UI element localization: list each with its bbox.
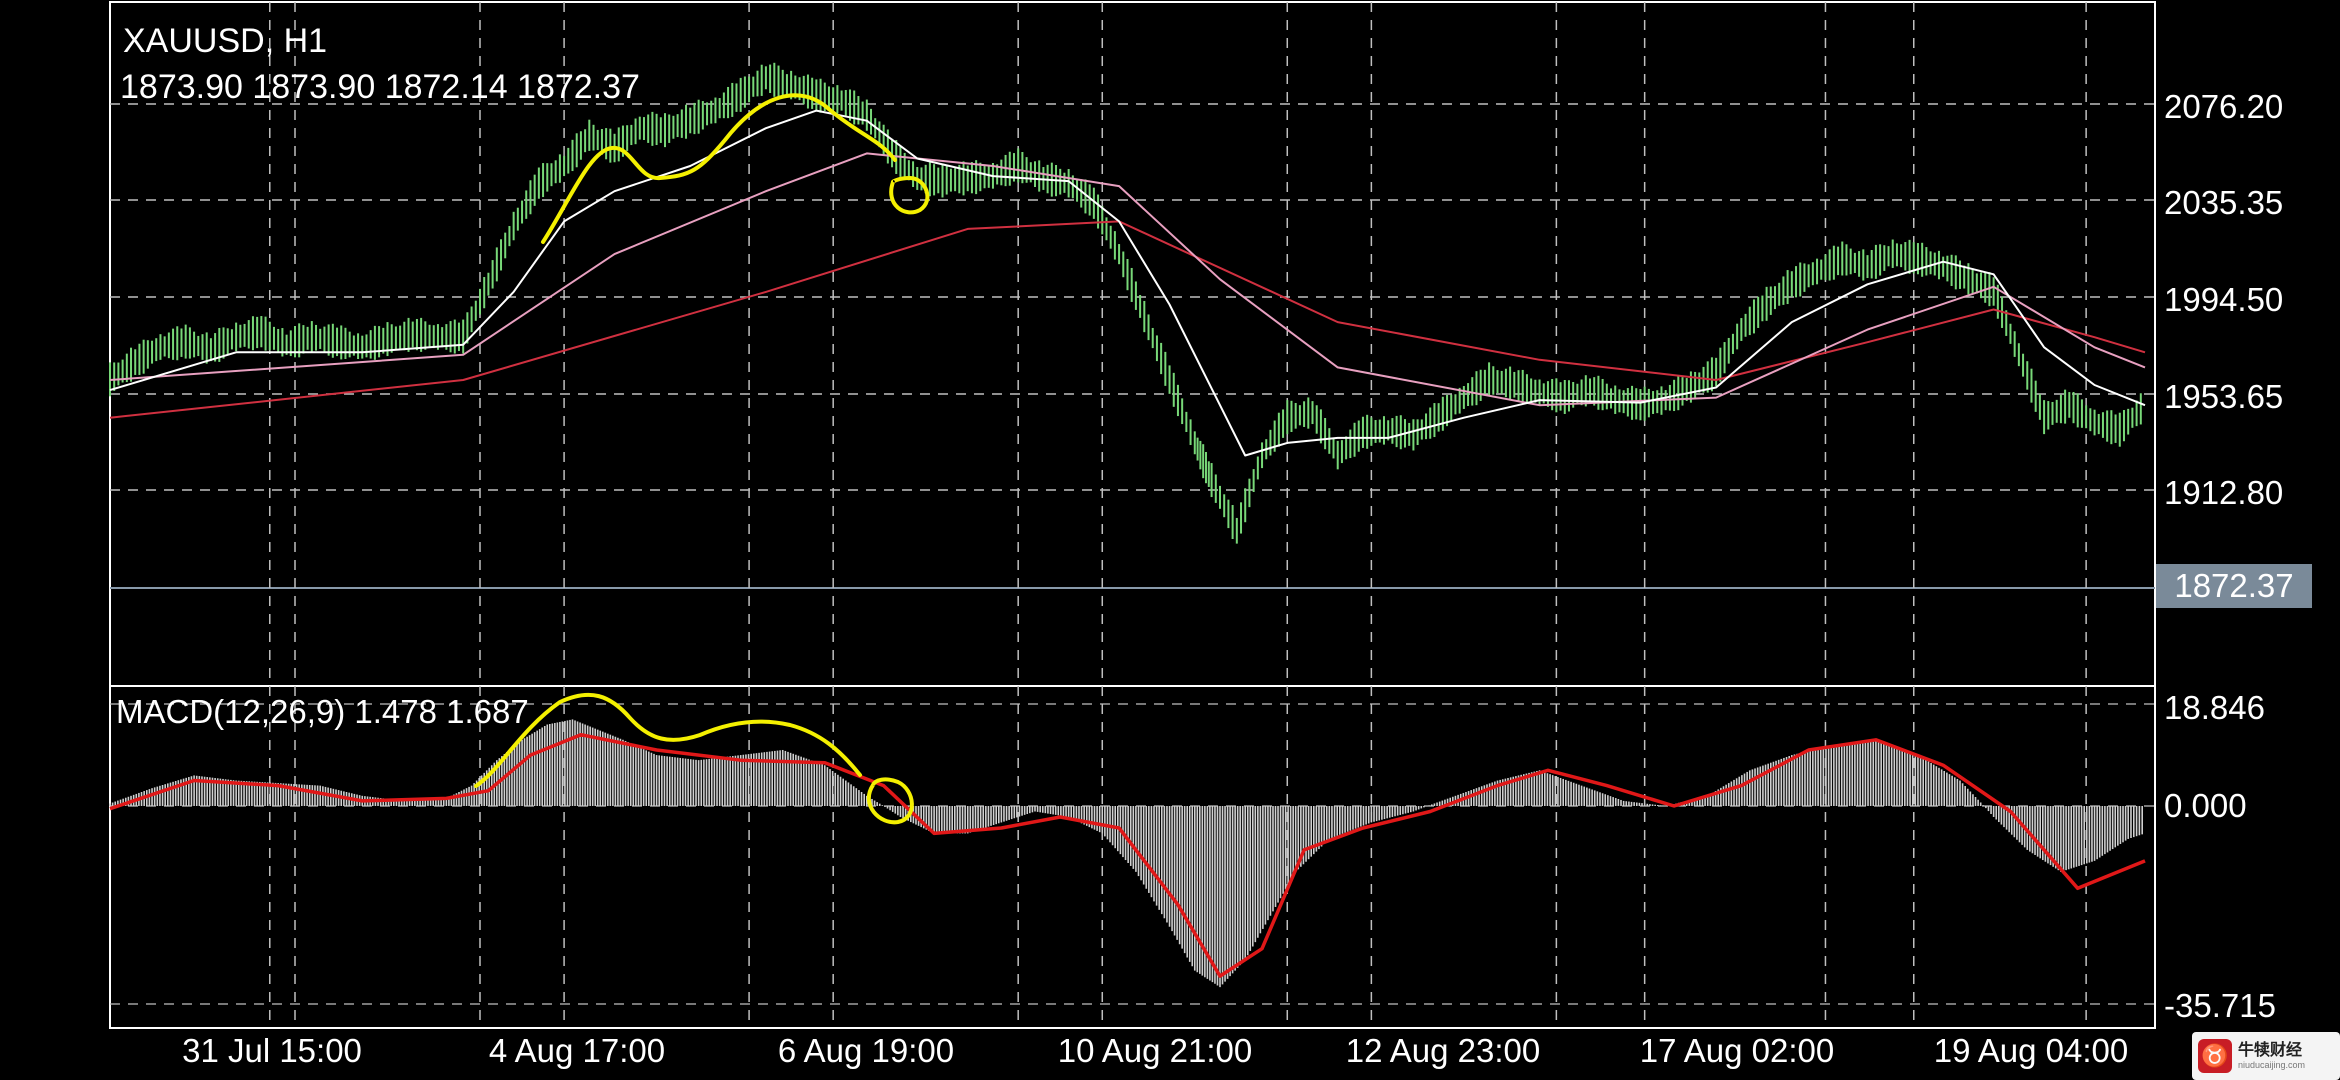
price-panel[interactable] <box>109 62 2146 544</box>
macd-tick-label: 18.846 <box>2164 689 2265 726</box>
price-tick-label: 1912.80 <box>2164 474 2284 511</box>
time-axis-label: 31 Jul 15:00 <box>182 1032 362 1069</box>
watermark-logo: ♉ 牛犊财经 niuducaijing.com <box>2192 1032 2340 1080</box>
macd-panel[interactable] <box>109 719 2146 988</box>
annotation-circle <box>889 175 930 215</box>
ohlc-readout: 1873.90 1873.90 1872.14 1872.37 <box>120 68 640 106</box>
time-axis-label: 17 Aug 02:00 <box>1639 1032 1835 1069</box>
time-axis-label: 19 Aug 04:00 <box>1933 1032 2129 1069</box>
current-price-marker: 1872.37 <box>2156 564 2312 608</box>
symbol-label: XAUUSD, H1 <box>123 22 328 60</box>
yellow-annotations <box>474 93 930 825</box>
trading-chart[interactable] <box>0 0 2340 1080</box>
price-tick-label: 2076.20 <box>2164 88 2284 125</box>
price-tick-label: 1994.50 <box>2164 281 2284 318</box>
price-tick-label: 2035.35 <box>2164 184 2284 221</box>
watermark-url: niuducaijing.com <box>2238 1059 2306 1070</box>
bull-logo-icon: ♉ <box>2198 1039 2232 1073</box>
macd-tick-label: 0.000 <box>2164 787 2247 824</box>
time-axis-label: 10 Aug 21:00 <box>1057 1032 1253 1069</box>
price-tick-label: 1953.65 <box>2164 378 2284 415</box>
watermark-text: 牛犊财经 <box>2238 1041 2303 1059</box>
annotation-stroke <box>474 692 862 788</box>
slow-moving-average-line <box>109 220 2146 419</box>
macd-indicator-label: MACD(12,26,9) 1.478 1.687 <box>116 693 529 730</box>
time-axis-label: 12 Aug 23:00 <box>1345 1032 1541 1069</box>
chart-grid <box>109 1 2156 1029</box>
chart-frame <box>109 1 2156 1029</box>
time-axis-label: 4 Aug 17:00 <box>488 1032 666 1069</box>
macd-tick-label: -35.715 <box>2164 987 2276 1024</box>
time-axis-label: 6 Aug 19:00 <box>777 1032 955 1069</box>
